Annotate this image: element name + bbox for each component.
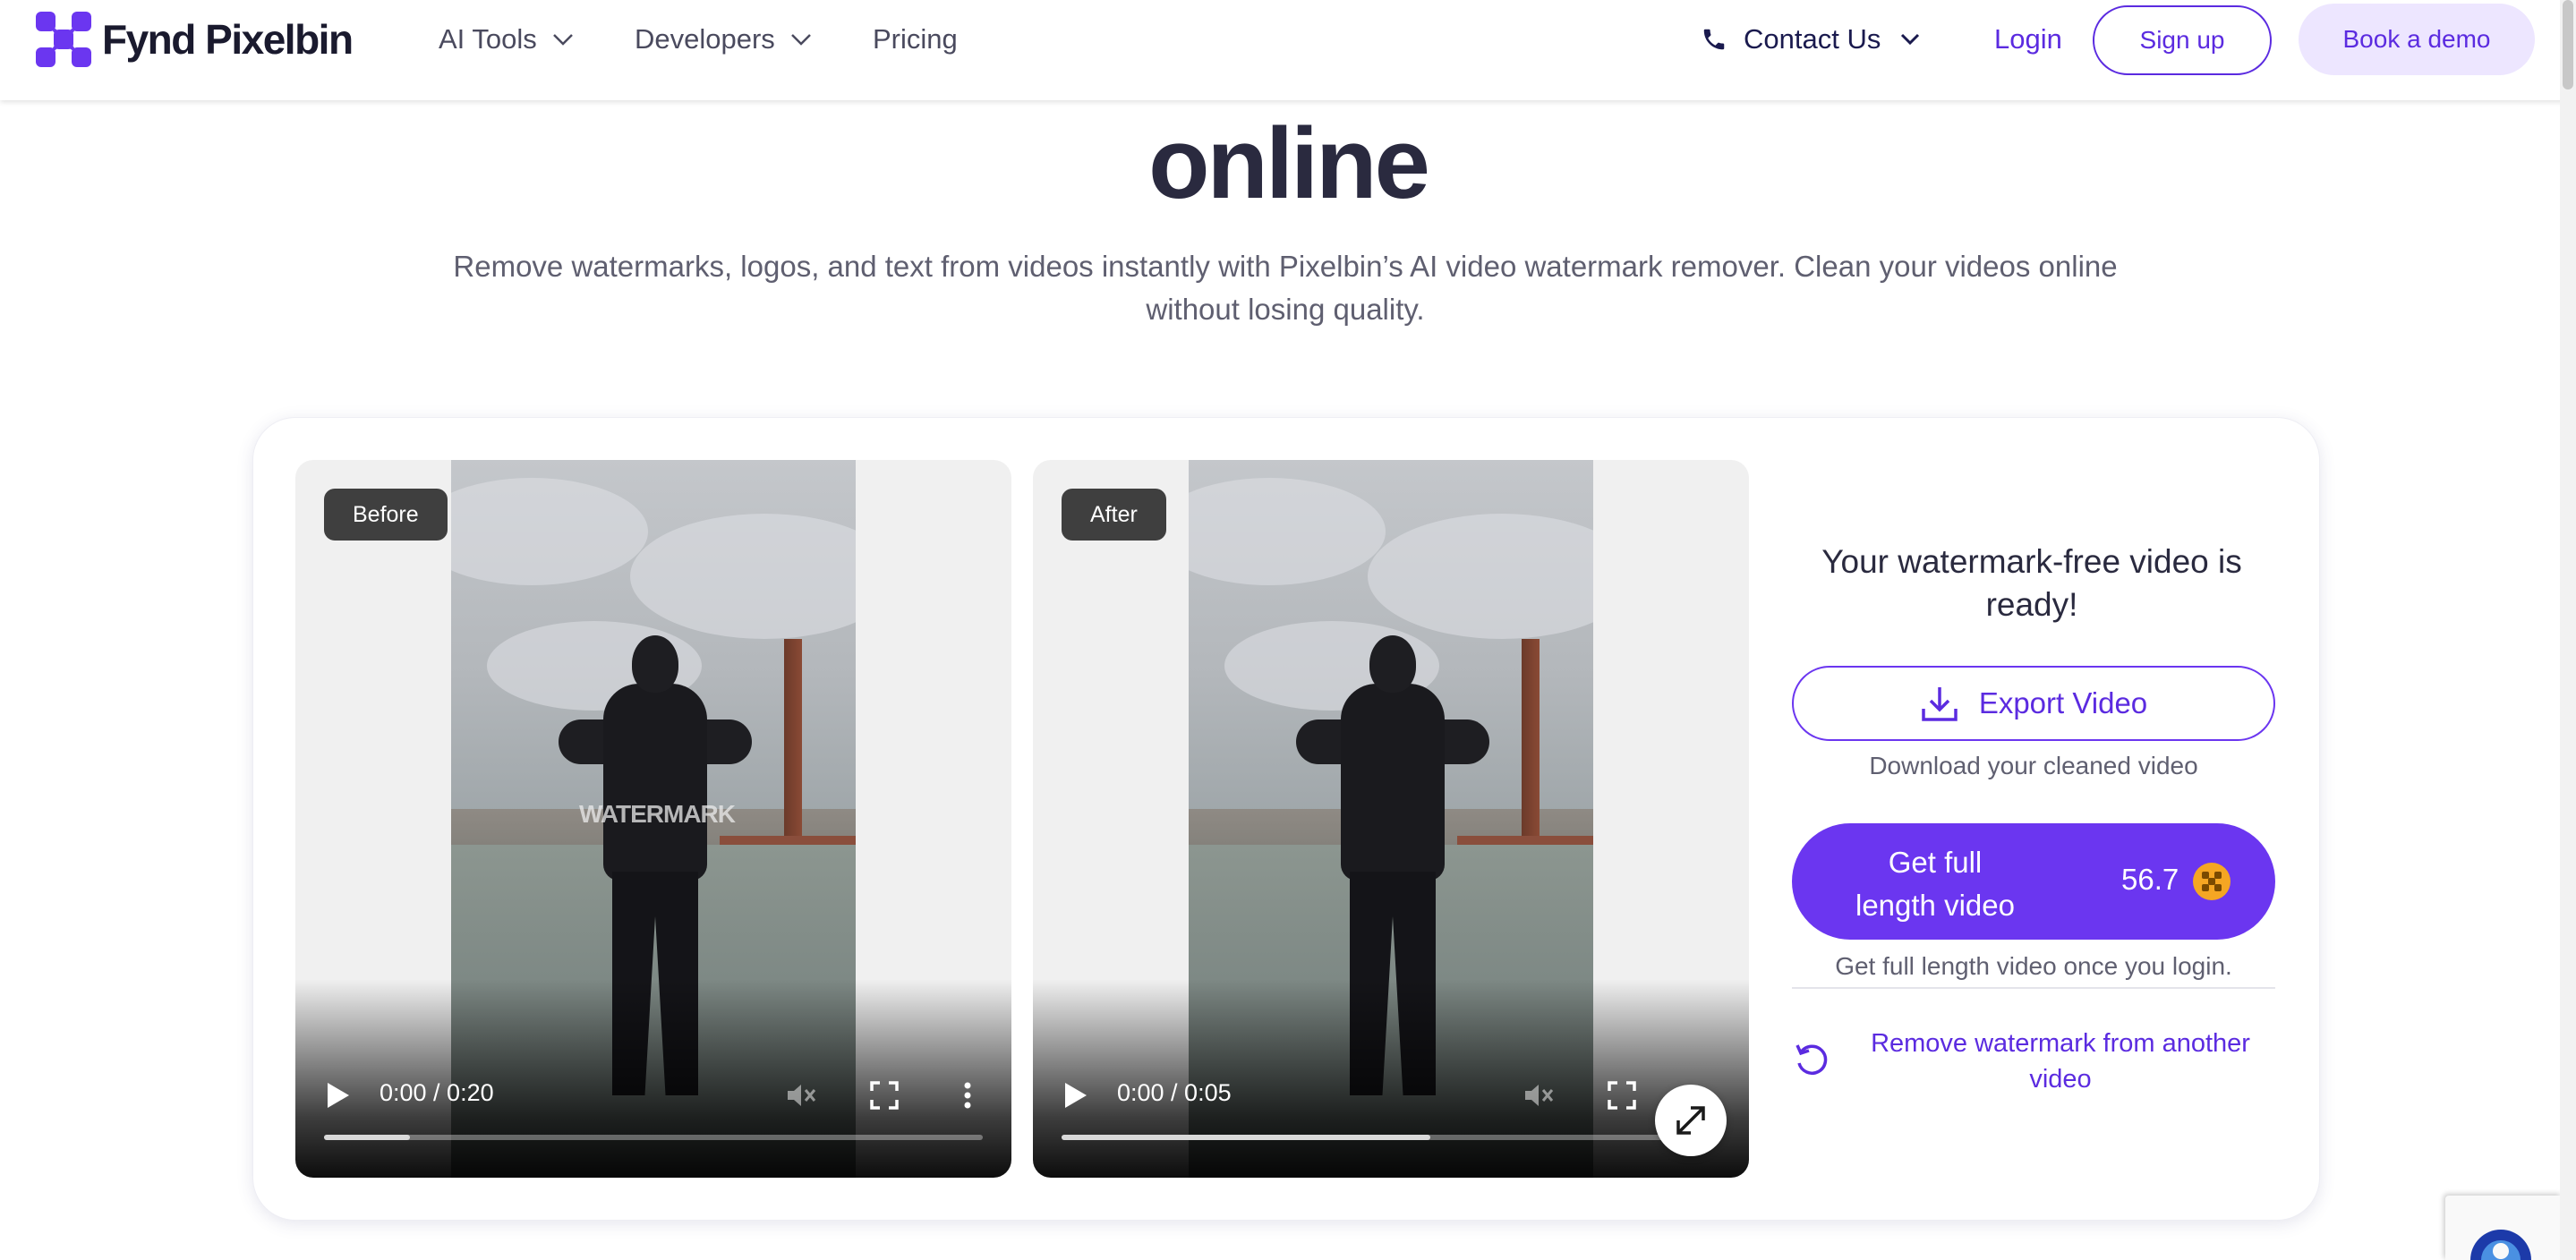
chevron-down-icon [790, 34, 811, 46]
after-video-time: 0:00 / 0:05 [1117, 1079, 1232, 1106]
export-note: Download your cleaned video [1869, 752, 2198, 779]
after-progress-fill [1062, 1135, 1431, 1140]
export-video-button[interactable]: Export Video [1792, 666, 2275, 741]
nav-pricing[interactable]: Pricing [873, 20, 958, 59]
contact-us-label: Contact Us [1744, 23, 1881, 55]
export-video-label: Export Video [1978, 686, 2148, 719]
before-video-progress[interactable] [324, 1135, 983, 1140]
pixelbin-logo-icon [36, 12, 91, 67]
brand-logo[interactable]: Fynd Pixelbin [36, 11, 354, 68]
book-demo-button[interactable]: Book a demo [2299, 4, 2535, 75]
nav-ai-tools-label: AI Tools [439, 23, 537, 55]
more-options-icon[interactable] [963, 1081, 972, 1110]
before-video-player[interactable]: WATERMARK Before 0:00 / 0:20 [295, 460, 1011, 1178]
after-video-progress[interactable] [1062, 1135, 1720, 1140]
after-video-controls: 0:00 / 0:05 [1033, 1068, 1749, 1122]
chevron-down-icon [1901, 33, 1920, 46]
before-video-time: 0:00 / 0:20 [380, 1079, 494, 1106]
recaptcha-badge[interactable] [2445, 1196, 2562, 1260]
signup-button[interactable]: Sign up [2093, 5, 2272, 75]
chevron-down-icon [552, 34, 573, 46]
coin-icon [2193, 863, 2231, 900]
scrollbar-thumb[interactable] [2563, 0, 2573, 89]
before-video-controls: 0:00 / 0:20 [295, 1068, 1011, 1122]
play-icon[interactable] [328, 1083, 349, 1108]
after-badge: After [1062, 489, 1166, 541]
nav-developers[interactable]: Developers [635, 20, 815, 59]
get-full-length-button[interactable]: Get full length video 56.7 [1792, 823, 2275, 940]
fullscreen-icon[interactable] [870, 1081, 899, 1110]
nav-developers-label: Developers [635, 23, 775, 55]
fullscreen-icon[interactable] [1608, 1081, 1636, 1110]
full-length-label: Get full length video [1855, 846, 2015, 922]
nav-pricing-label: Pricing [873, 23, 958, 55]
expand-icon [1676, 1106, 1705, 1135]
page-scrollbar[interactable] [2560, 0, 2576, 1260]
mute-icon[interactable] [786, 1081, 816, 1110]
after-video-player[interactable]: After 0:00 / 0:05 [1033, 460, 1749, 1178]
contact-us-dropdown[interactable]: Contact Us [1701, 20, 1923, 59]
before-badge: Before [324, 489, 448, 541]
refresh-icon [1796, 1044, 1828, 1075]
full-length-note: Get full length video once you login. [1835, 952, 2232, 980]
play-icon[interactable] [1065, 1083, 1087, 1108]
login-link[interactable]: Login [1994, 20, 2062, 59]
page-title: online [1148, 107, 1430, 219]
download-icon [1922, 687, 1958, 721]
top-navbar: Fynd Pixelbin AI Tools Developers Pricin… [0, 0, 2576, 100]
page-subtitle: Remove watermarks, logos, and text from … [453, 250, 2118, 326]
phone-icon [1703, 29, 1725, 50]
recaptcha-icon [2470, 1230, 2531, 1260]
credit-cost: 56.7 [2121, 863, 2179, 896]
result-ready-title: Your watermark-free video is ready! [1821, 543, 2242, 623]
brand-name: Fynd Pixelbin [102, 16, 354, 63]
divider [1792, 987, 2275, 989]
remove-another-link[interactable]: Remove watermark from another video [1792, 1026, 2275, 1097]
expand-compare-button[interactable] [1655, 1085, 1727, 1156]
nav-ai-tools[interactable]: AI Tools [439, 20, 576, 59]
watermark-text: WATERMARK [578, 800, 736, 828]
mute-icon[interactable] [1523, 1081, 1554, 1110]
remove-another-label: Remove watermark from another video [1871, 1029, 2250, 1094]
before-progress-fill [324, 1135, 410, 1140]
